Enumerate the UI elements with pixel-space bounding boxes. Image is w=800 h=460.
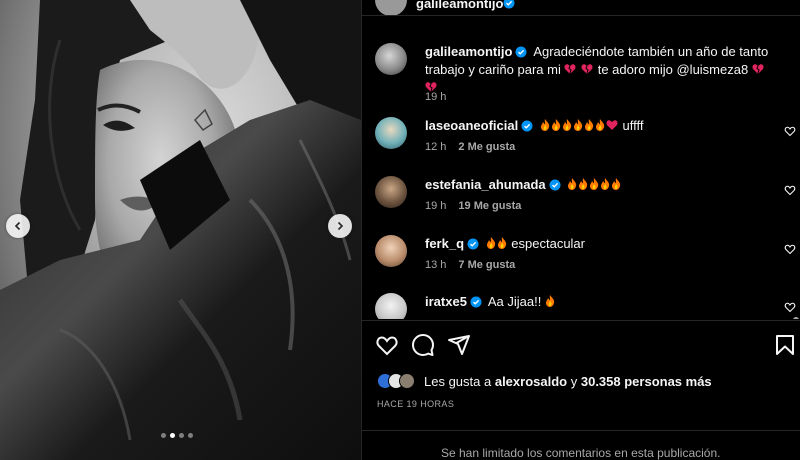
author-avatar[interactable] — [375, 0, 407, 15]
broken-heart-icon — [581, 62, 593, 75]
likes-text: Les gusta a alexrosaldo y 30.358 persona… — [424, 374, 712, 389]
caption-text: galileamontijo Agradeciéndote también un… — [425, 43, 780, 97]
post-timestamp[interactable]: HACE 19 HORAS — [377, 399, 454, 409]
fire-emojis — [540, 118, 623, 133]
commenter-avatar[interactable] — [375, 293, 407, 319]
fire-emojis — [567, 177, 622, 192]
likes-connector: y — [570, 373, 578, 389]
heart-icon[interactable] — [375, 333, 399, 357]
verified-badge-icon — [549, 179, 561, 191]
carousel-dots — [161, 433, 193, 438]
chevron-left-icon — [14, 221, 21, 231]
comment-time: 13 h — [425, 259, 447, 271]
commenter-avatar[interactable] — [375, 117, 407, 149]
comments-limited-text: Se han limitado los comentarios en esta … — [441, 446, 721, 460]
fire-icon — [562, 119, 572, 131]
verified-badge-icon — [503, 0, 515, 9]
commenter-avatar[interactable] — [375, 235, 407, 267]
comments-limited-notice: Se han limitado los comentarios en esta … — [362, 430, 800, 460]
likes-user[interactable]: alexrosaldo — [495, 374, 567, 389]
comment-like-heart-icon[interactable] — [784, 243, 796, 255]
likes-prefix: Les gusta a — [424, 373, 492, 389]
comment-time: 12 h — [425, 141, 447, 153]
comment-username[interactable]: laseoaneoficial — [425, 118, 518, 133]
comment-like-heart-icon[interactable] — [784, 301, 796, 313]
comment-text: ferk_q espectacular — [425, 235, 780, 253]
carousel-dot — [188, 433, 193, 438]
red-heart-icon — [606, 120, 618, 130]
comment-like-heart-icon[interactable] — [784, 125, 796, 137]
post-actions: Les gusta a alexrosaldo y 30.358 persona… — [362, 320, 800, 430]
caption-username[interactable]: galileamontijo — [425, 44, 512, 59]
comment-icon[interactable] — [411, 333, 435, 357]
verified-badge-icon — [515, 46, 527, 58]
fire-icon — [568, 178, 577, 190]
share-icon[interactable] — [447, 333, 471, 357]
fire-icon — [601, 178, 610, 190]
comment-likes[interactable]: 2 Me gusta — [458, 141, 515, 153]
author-username[interactable]: galileamontijo — [416, 0, 503, 11]
comment-body: espectacular — [511, 236, 585, 251]
verified-badge-icon — [467, 238, 479, 250]
caption-body-end: te adoro mijo @luismeza8 — [597, 62, 749, 77]
fire-icon — [540, 119, 550, 131]
comment-body: Aa Jijaa!! — [487, 294, 542, 309]
liker-avatar[interactable] — [399, 373, 415, 389]
carousel-dot — [179, 433, 184, 438]
post-photo — [0, 0, 361, 460]
comment-likes[interactable]: 19 Me gusta — [458, 200, 521, 212]
carousel-dot-active — [170, 433, 175, 438]
photo-illustration — [0, 0, 361, 460]
chevron-right-icon — [337, 221, 344, 231]
comment-username[interactable]: iratxe5 — [425, 294, 467, 309]
caption-time: 19 h — [425, 91, 447, 103]
comment-text: laseoaneoficial uffff — [425, 117, 780, 135]
comment-like-heart-icon[interactable] — [784, 184, 796, 196]
comment-meta: 19 h 19 Me gusta — [425, 200, 521, 212]
comments-list: galileamontijo Agradeciéndote también un… — [362, 17, 800, 319]
fire-icon — [590, 178, 599, 190]
comment-text: estefania_ahumada — [425, 176, 780, 194]
fire-icon — [584, 119, 594, 131]
post-header: galileamontijo — [362, 0, 800, 16]
author-avatar[interactable] — [375, 43, 407, 75]
broken-heart-icon — [564, 62, 576, 75]
fire-emojis — [486, 236, 512, 251]
commenter-avatar[interactable] — [375, 176, 407, 208]
carousel-prev-button[interactable] — [6, 214, 30, 238]
likes-count[interactable]: 30.358 personas más — [581, 374, 712, 389]
comment-time: 19 h — [425, 200, 447, 212]
fire-icon — [497, 237, 506, 249]
fire-icon — [545, 295, 555, 307]
comment-username[interactable]: estefania_ahumada — [425, 177, 546, 192]
fire-icon — [551, 119, 561, 131]
comment-meta: 12 h 2 Me gusta — [425, 141, 515, 153]
comment-body: uffff — [622, 118, 644, 133]
comment-username[interactable]: ferk_q — [425, 236, 464, 251]
fire-icon — [573, 119, 583, 131]
fire-icon — [595, 119, 605, 131]
fire-icon — [579, 178, 588, 190]
broken-heart-icon — [752, 62, 764, 75]
carousel-next-button[interactable] — [328, 214, 352, 238]
comment-likes[interactable]: 7 Me gusta — [458, 259, 515, 271]
comments-scrollbar[interactable] — [793, 317, 799, 319]
verified-badge-icon — [521, 120, 533, 132]
comment-meta: 13 h 7 Me gusta — [425, 259, 515, 271]
fire-icon — [612, 178, 621, 190]
fire-icon — [486, 237, 495, 249]
carousel-dot — [161, 433, 166, 438]
verified-badge-icon — [470, 296, 482, 308]
post-details-panel: galileamontijo galileamontijo Agradecién… — [361, 0, 800, 460]
comment-text: iratxe5 Aa Jijaa!! — [425, 293, 780, 311]
likes-summary: Les gusta a alexrosaldo y 30.358 persona… — [377, 371, 712, 391]
bookmark-icon[interactable] — [773, 333, 797, 357]
